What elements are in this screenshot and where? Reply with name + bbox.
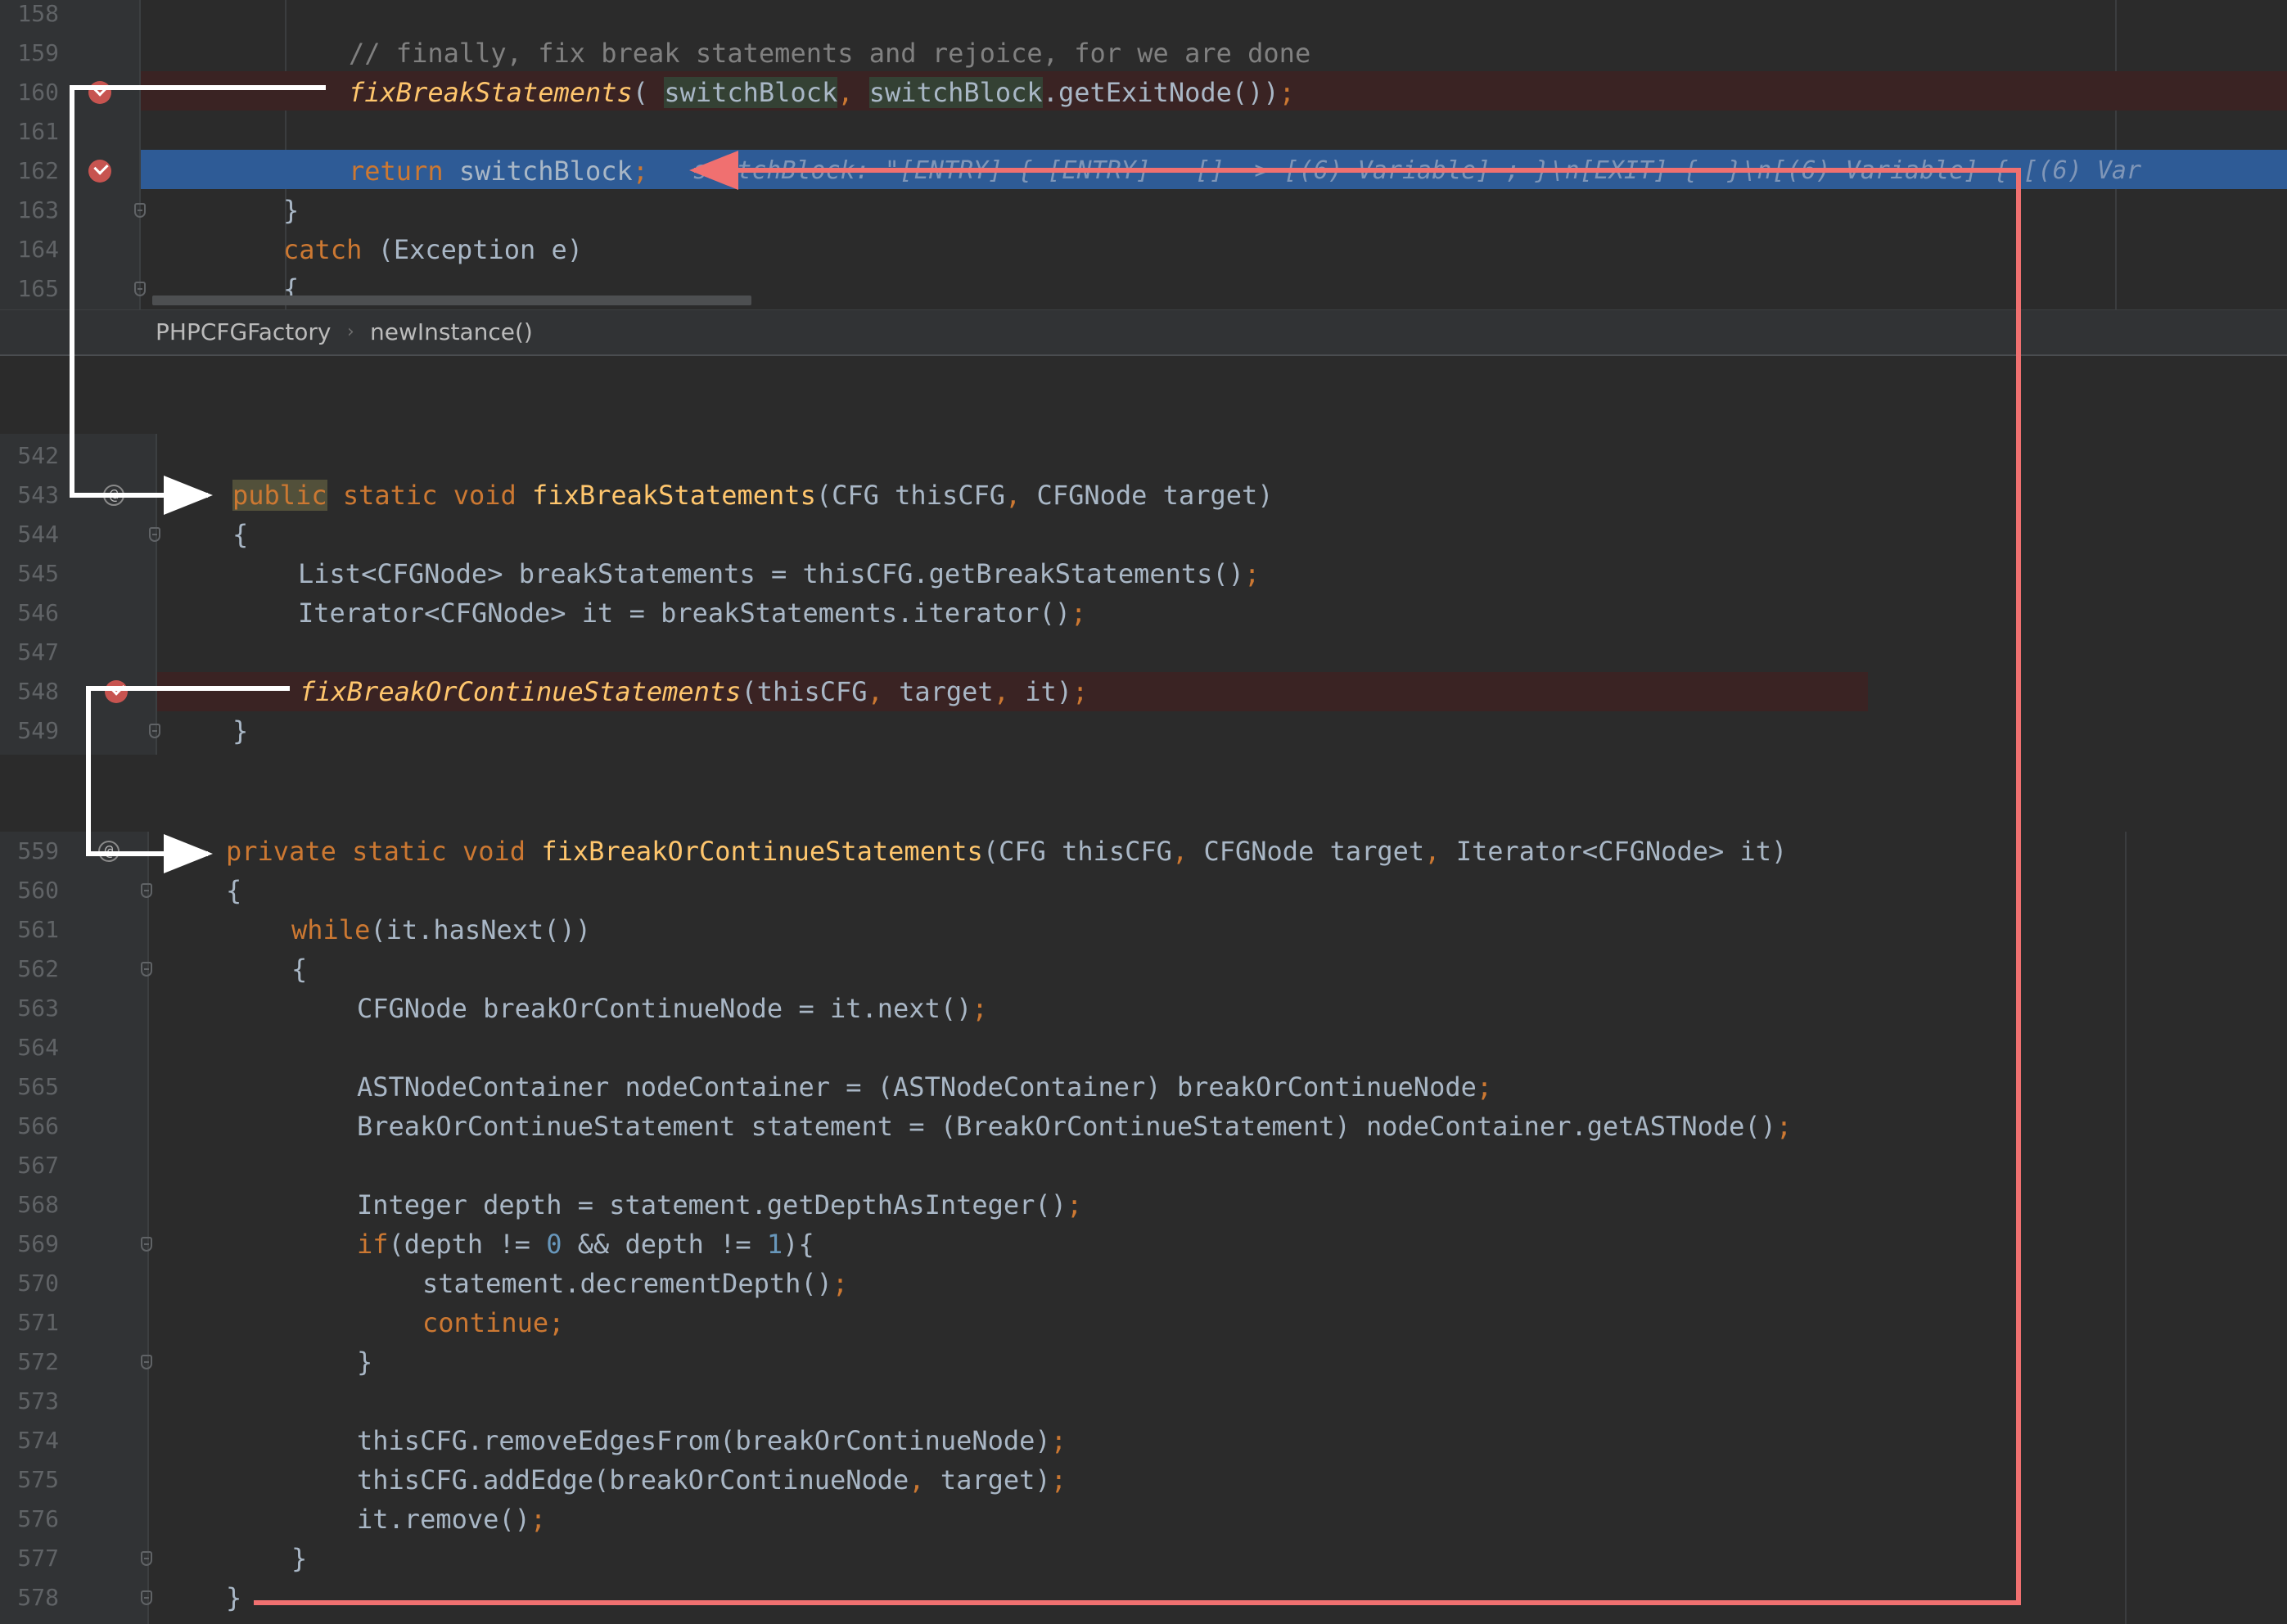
- arrow-icon: [254, 151, 2021, 1605]
- arrow-icon: [86, 686, 290, 873]
- annotation-overlay: [70, 85, 2021, 1605]
- arrow-icon: [70, 85, 326, 515]
